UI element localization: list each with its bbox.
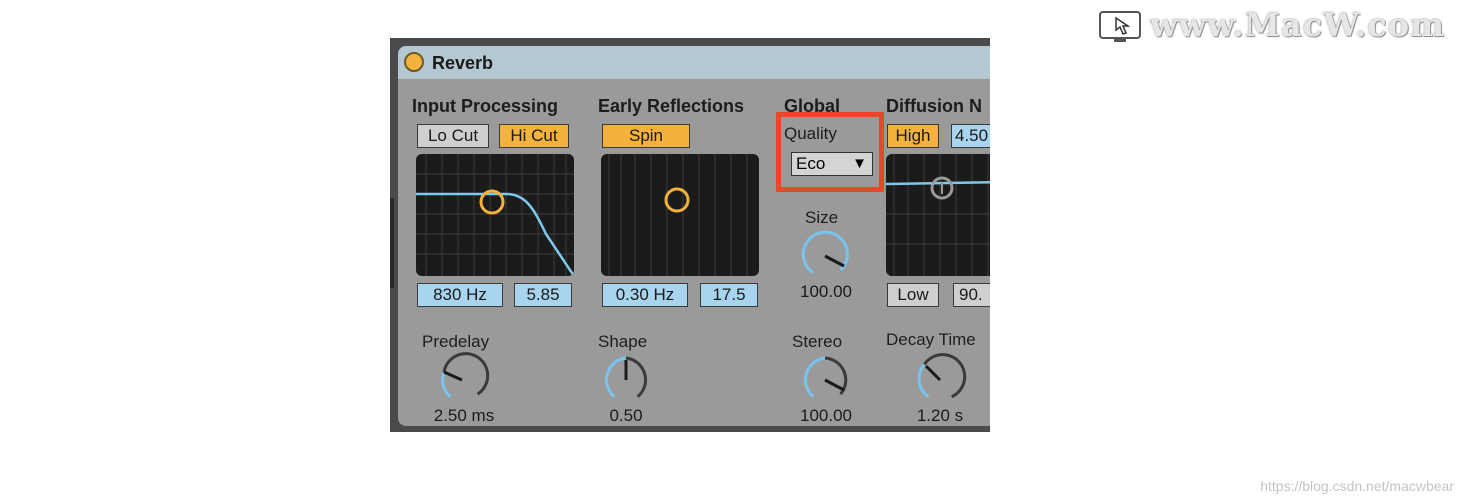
device-title-bar[interactable]: Reverb bbox=[398, 46, 990, 79]
lo-cut-button[interactable]: Lo Cut bbox=[417, 124, 489, 148]
device-title: Reverb bbox=[432, 53, 494, 73]
size-label: Size bbox=[805, 208, 839, 227]
stereo-knob[interactable] bbox=[797, 352, 853, 408]
filter-frequency-field[interactable]: 830 Hz bbox=[417, 283, 503, 307]
diffusion-heading: Diffusion N bbox=[886, 96, 982, 116]
early-reflections-display[interactable] bbox=[601, 154, 759, 276]
spin-button[interactable]: Spin bbox=[602, 124, 690, 148]
credit-url: https://blog.csdn.net/macwbear bbox=[1260, 478, 1454, 494]
low-value-field[interactable]: 90. bbox=[953, 283, 990, 307]
watermark-text: www.MacW.com bbox=[1150, 6, 1445, 44]
low-button[interactable]: Low bbox=[887, 283, 939, 307]
reverb-panel: Reverb Input Processing Lo Cut Hi Cut 83… bbox=[398, 46, 990, 426]
predelay-knob[interactable] bbox=[434, 352, 490, 408]
stereo-value: 100.00 bbox=[800, 406, 852, 425]
size-knob[interactable] bbox=[797, 228, 853, 284]
hi-cut-button[interactable]: Hi Cut bbox=[499, 124, 569, 148]
predelay-label: Predelay bbox=[422, 332, 490, 351]
stereo-label: Stereo bbox=[792, 332, 843, 351]
input-processing-heading: Input Processing bbox=[412, 96, 559, 116]
size-value: 100.00 bbox=[800, 282, 852, 301]
filter-display[interactable] bbox=[416, 154, 574, 276]
spin-rate-field[interactable]: 17.5 bbox=[700, 283, 758, 307]
diffusion-display[interactable] bbox=[886, 154, 990, 276]
shape-value: 0.50 bbox=[609, 406, 643, 425]
decay-time-knob[interactable] bbox=[912, 352, 968, 408]
high-button[interactable]: High bbox=[887, 124, 939, 148]
macw-logo-icon bbox=[1099, 11, 1141, 42]
decay-time-label: Decay Time bbox=[886, 330, 976, 349]
device-power-toggle[interactable] bbox=[404, 52, 424, 72]
shape-knob[interactable] bbox=[598, 352, 654, 408]
decay-time-value: 1.20 s bbox=[916, 406, 964, 425]
shape-label: Shape bbox=[598, 332, 648, 351]
high-value-field[interactable]: 4.50 bbox=[951, 124, 990, 148]
frame-edge bbox=[390, 198, 394, 288]
spin-amount-field[interactable]: 0.30 Hz bbox=[602, 283, 688, 307]
reverb-device-frame: Reverb Input Processing Lo Cut Hi Cut 83… bbox=[390, 38, 990, 432]
spin-handle[interactable] bbox=[664, 187, 690, 213]
quality-highlight-box bbox=[776, 112, 884, 192]
filter-width-field[interactable]: 5.85 bbox=[514, 283, 572, 307]
predelay-value: 2.50 ms bbox=[433, 406, 495, 425]
early-reflections-heading: Early Reflections bbox=[598, 96, 745, 116]
